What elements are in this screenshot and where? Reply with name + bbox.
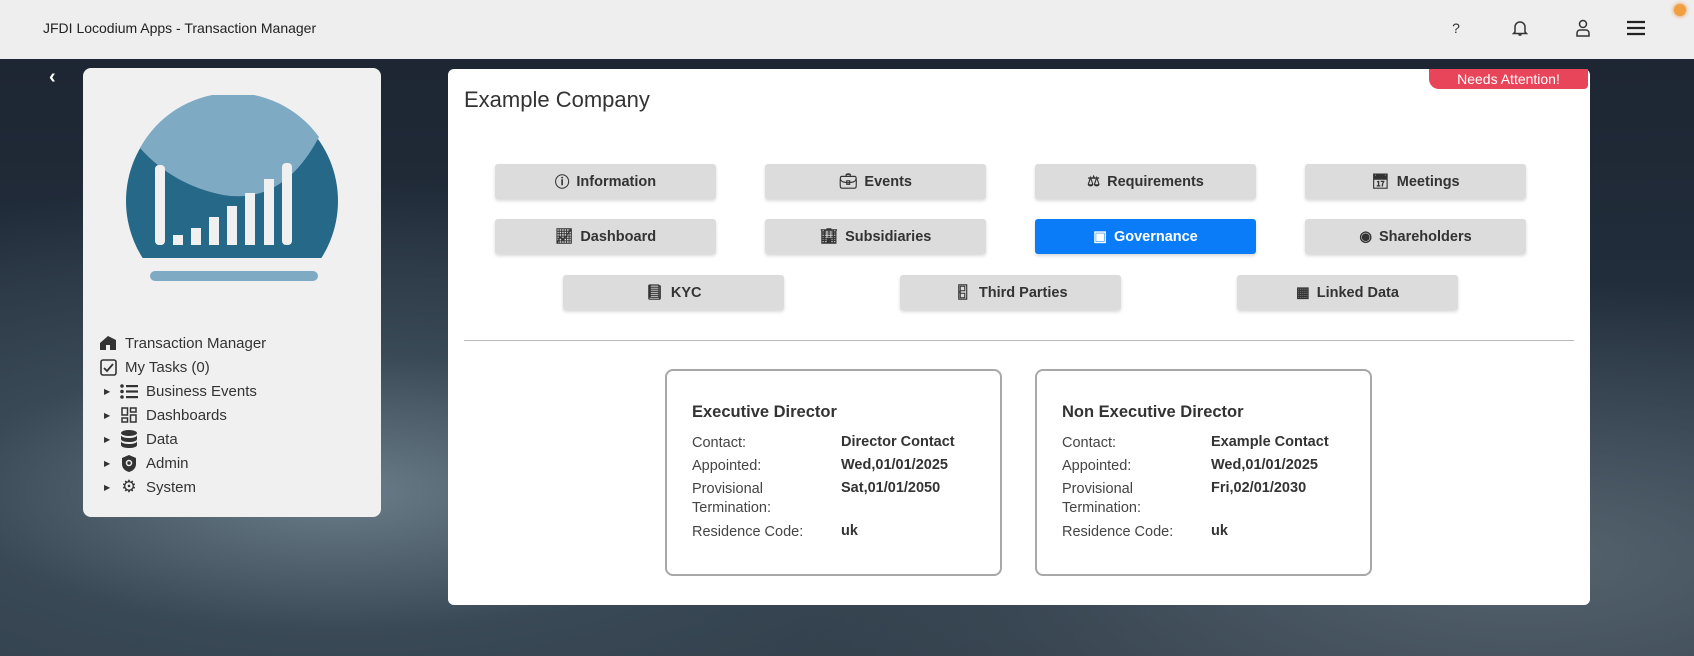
collapse-sidebar-chevron-icon[interactable]: ‹ xyxy=(49,66,56,89)
sidebar-item-label: System xyxy=(146,478,197,496)
calendar-icon: 📅︎ xyxy=(1371,174,1390,190)
checkbox-icon xyxy=(99,358,117,376)
money-icon: ◉ xyxy=(1359,228,1372,245)
building-icon: 🏢︎ xyxy=(819,229,839,245)
termination-label-2: Termination: xyxy=(692,500,771,516)
tab-subsidiaries[interactable]: 🏢︎ Subsidiaries xyxy=(765,219,986,254)
appointed-label: Appointed: xyxy=(1062,458,1132,474)
sidebar-item-label: Transaction Manager xyxy=(125,334,267,352)
database-icon xyxy=(120,430,138,448)
termination-label-1: Provisional xyxy=(692,481,763,497)
tab-label: Governance xyxy=(1113,228,1198,245)
sidebar-item-my-tasks[interactable]: My Tasks (0) xyxy=(99,357,210,377)
tab-meetings[interactable]: 📅︎ Meetings xyxy=(1305,164,1526,199)
sidebar-item-label: Data xyxy=(146,430,178,448)
termination-label-2: Termination: xyxy=(1062,500,1141,516)
tab-label: Third Parties xyxy=(978,284,1068,301)
help-button[interactable]: ? xyxy=(1444,16,1468,40)
info-icon: ⓘ xyxy=(554,175,570,191)
needs-attention-badge: Needs Attention! xyxy=(1429,69,1588,89)
sidebar-item-label: Dashboards xyxy=(146,406,227,424)
door-icon: 🚪︎ xyxy=(953,285,972,301)
tab-kyc[interactable]: 📘︎ KYC xyxy=(563,275,784,310)
tab-shareholders[interactable]: ◉ Shareholders xyxy=(1305,219,1526,254)
tab-label: Events xyxy=(864,173,912,190)
contact-value: Example Contact xyxy=(1211,434,1329,450)
house-icon xyxy=(99,334,117,352)
caret-right-icon[interactable]: ▶ xyxy=(104,459,112,468)
tab-dashboard[interactable]: 📈︎ Dashboard xyxy=(495,219,716,254)
appointed-label: Appointed: xyxy=(692,458,762,474)
hamburger-menu-icon[interactable] xyxy=(1624,16,1648,40)
sidebar-item-system[interactable]: ▶ ⚙ System xyxy=(104,477,196,497)
sidebar-item-label: My Tasks (0) xyxy=(125,358,210,376)
termination-value: Fri,02/01/2030 xyxy=(1211,480,1307,496)
residence-value: uk xyxy=(1211,523,1228,539)
sidebar: Transaction Manager My Tasks (0) ▶ Busine… xyxy=(83,68,381,517)
sidebar-item-data[interactable]: ▶ Data xyxy=(104,429,178,449)
sidebar-item-transaction-manager[interactable]: Transaction Manager xyxy=(99,333,266,353)
residence-label: Residence Code: xyxy=(692,524,804,540)
tab-label: Dashboard xyxy=(580,228,657,245)
caret-right-icon[interactable]: ▶ xyxy=(104,483,112,492)
presenter-icon: ▣ xyxy=(1093,228,1107,245)
app-logo xyxy=(126,95,338,281)
dashboard-icon xyxy=(120,406,138,424)
scale-icon: ⚖︎ xyxy=(1087,173,1101,190)
divider xyxy=(464,340,1574,341)
shield-icon xyxy=(120,454,138,472)
caret-right-icon[interactable]: ▶ xyxy=(104,387,112,396)
tab-requirements[interactable]: ⚖︎ Requirements xyxy=(1035,164,1256,199)
residence-label: Residence Code: xyxy=(1062,524,1174,540)
caret-right-icon[interactable]: ▶ xyxy=(104,411,112,420)
top-bar: JFDI Locodium Apps - Transaction Manager… xyxy=(0,0,1694,59)
contact-label: Contact: xyxy=(692,435,746,451)
card-title: Executive Director xyxy=(692,403,837,421)
appointed-value: Wed,01/01/2025 xyxy=(841,457,948,473)
sidebar-item-label: Business Events xyxy=(146,382,257,400)
tab-third-parties[interactable]: 🚪︎ Third Parties xyxy=(900,275,1121,310)
sidebar-item-dashboards[interactable]: ▶ Dashboards xyxy=(104,405,227,425)
termination-value: Sat,01/01/2050 xyxy=(841,480,941,496)
tab-linked-data[interactable]: ▦ Linked Data xyxy=(1237,275,1458,310)
sidebar-item-business-events[interactable]: ▶ Business Events xyxy=(104,381,257,401)
app-title: JFDI Locodium Apps - Transaction Manager xyxy=(43,20,317,36)
tab-label: Shareholders xyxy=(1378,228,1472,245)
tab-label: KYC xyxy=(670,284,702,301)
sidebar-item-admin[interactable]: ▶ Admin xyxy=(104,453,189,473)
tab-information[interactable]: ⓘ Information xyxy=(495,164,716,199)
page-title: Example Company xyxy=(464,87,650,112)
tab-label: Meetings xyxy=(1396,173,1460,190)
tab-label: Information xyxy=(576,173,657,190)
bell-icon[interactable] xyxy=(1508,16,1532,40)
book-icon: 📘︎ xyxy=(645,285,664,301)
director-card[interactable]: Executive Director Contact: Director Con… xyxy=(665,369,1002,576)
sidebar-item-label: Admin xyxy=(146,454,189,472)
tab-events[interactable]: 💼︎ Events xyxy=(765,164,986,199)
list-icon xyxy=(120,382,138,400)
director-card[interactable]: Non Executive Director Contact: Example … xyxy=(1035,369,1372,576)
gear-icon: ⚙ xyxy=(121,477,137,496)
linked-data-icon: ▦ xyxy=(1296,284,1310,301)
card-title: Non Executive Director xyxy=(1062,403,1244,421)
contact-label: Contact: xyxy=(1062,435,1116,451)
briefcase-icon: 💼︎ xyxy=(839,174,858,190)
tab-label: Subsidiaries xyxy=(845,228,932,245)
appointed-value: Wed,01/01/2025 xyxy=(1211,457,1318,473)
chart-line-icon: 📈︎ xyxy=(554,229,574,245)
residence-value: uk xyxy=(841,523,858,539)
tab-governance[interactable]: ▣ Governance xyxy=(1035,219,1256,254)
caret-right-icon[interactable]: ▶ xyxy=(104,435,112,444)
user-icon[interactable] xyxy=(1571,16,1595,40)
sun-icon xyxy=(1674,4,1686,16)
tab-label: Linked Data xyxy=(1316,284,1399,301)
company-panel: Needs Attention! Example Company ⓘ Inform… xyxy=(448,69,1590,605)
termination-label-1: Provisional xyxy=(1062,481,1133,497)
contact-value: Director Contact xyxy=(841,434,955,450)
tab-label: Requirements xyxy=(1107,173,1204,190)
